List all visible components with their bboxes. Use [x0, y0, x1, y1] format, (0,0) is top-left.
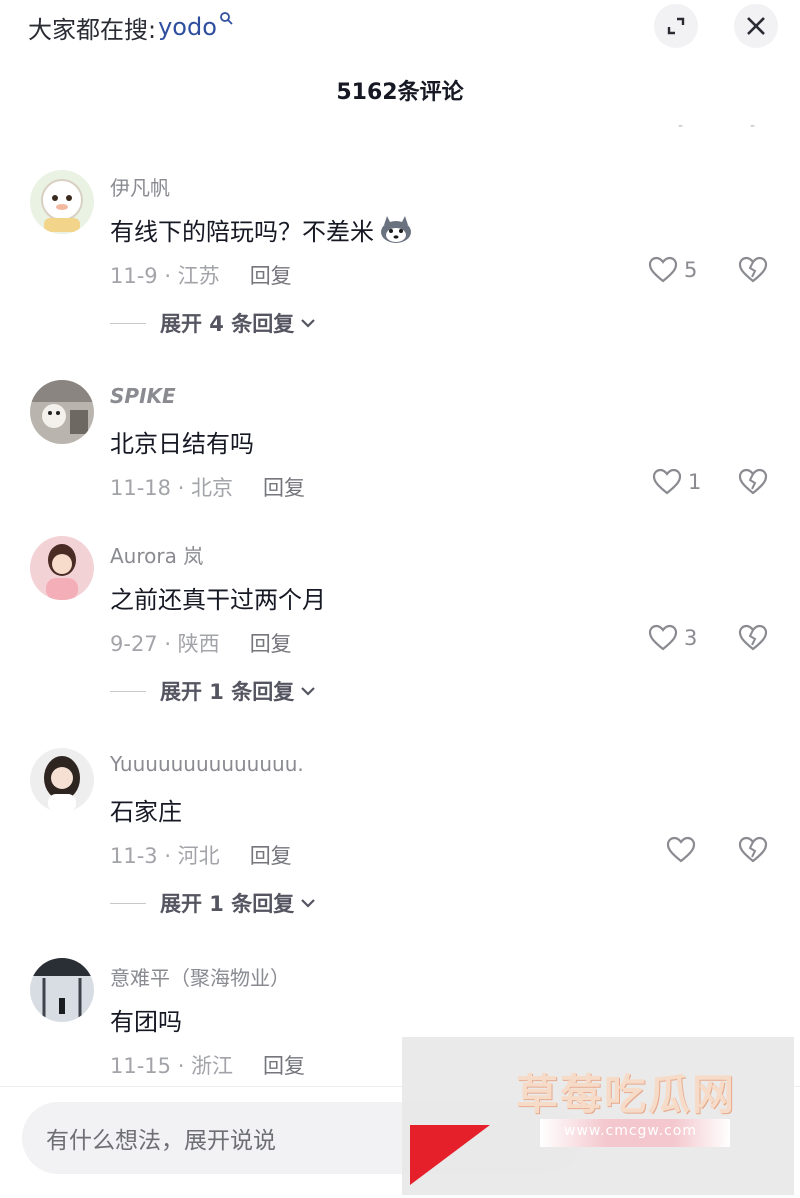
expand-replies-label: 展开 4 条回复: [160, 312, 295, 336]
heart-icon: [648, 624, 678, 651]
expand-replies-button[interactable]: 展开 1 条回复: [110, 676, 316, 706]
broken-heart-icon: [738, 256, 768, 283]
chevron-down-icon: [301, 687, 316, 696]
broken-heart-icon: [738, 836, 768, 863]
expand-button[interactable]: [654, 4, 698, 48]
husky-emoji-icon: [381, 215, 411, 243]
like-button[interactable]: [666, 836, 702, 864]
like-button[interactable]: 3: [648, 624, 697, 652]
comment-text: 北京日结有吗: [110, 430, 254, 458]
like-count: 3: [684, 626, 698, 650]
comment-input-placeholder: 有什么想法，展开说说: [46, 1128, 276, 1154]
like-button[interactable]: 5: [648, 256, 697, 284]
search-keyword[interactable]: yodo: [158, 13, 217, 41]
chevron-down-icon: [301, 319, 316, 328]
watermark-title: 草莓吃瓜网: [516, 1070, 737, 1119]
search-icon: [219, 11, 233, 29]
reply-button[interactable]: 回复: [263, 1054, 305, 1078]
comment-meta: 11-3 · 河北 回复: [110, 840, 292, 870]
dislike-button[interactable]: [738, 468, 768, 500]
dislike-button[interactable]: [738, 624, 768, 656]
avatar[interactable]: [30, 958, 94, 1022]
comment-date-location: 11-18 · 北京: [110, 476, 234, 500]
avatar[interactable]: [30, 748, 94, 812]
comment-text: 有团吗: [110, 1008, 182, 1036]
avatar[interactable]: [30, 536, 94, 600]
heart-icon: [666, 836, 696, 863]
comment-count-title: 5162条评论: [336, 80, 464, 105]
comment-username[interactable]: 伊凡帆: [110, 172, 170, 201]
reply-button[interactable]: 回复: [250, 844, 292, 868]
comment-username[interactable]: Yuuuuuuuuuuuuuu.: [110, 752, 304, 776]
heart-icon: [652, 468, 682, 495]
like-count: 5: [684, 258, 698, 282]
comment-meta: 11-15 · 浙江 回复: [110, 1050, 305, 1080]
comment-date-location: 11-9 · 江苏: [110, 264, 220, 288]
broken-heart-icon: [738, 624, 768, 651]
expand-icon: [667, 17, 685, 35]
reply-button[interactable]: 回复: [250, 264, 292, 288]
comment-text: 石家庄: [110, 798, 182, 826]
comment-date-location: 11-3 · 河北: [110, 844, 220, 868]
comment-username[interactable]: SPIKE: [110, 384, 176, 408]
comment-username[interactable]: 意难平（聚海物业）: [110, 962, 290, 991]
comment-meta: 9-27 · 陕西 回复: [110, 628, 292, 658]
like-button[interactable]: 1: [652, 468, 701, 496]
expand-replies-button[interactable]: 展开 1 条回复: [110, 888, 316, 918]
expand-replies-label: 展开 1 条回复: [160, 680, 295, 704]
search-prefix: 大家都在搜:: [28, 15, 157, 44]
scroll-remnant-mark: -: [750, 118, 756, 134]
expand-replies-button[interactable]: 展开 4 条回复: [110, 308, 316, 338]
comment-text: 之前还真干过两个月: [110, 586, 326, 614]
scroll-remnant-mark: -: [678, 118, 684, 134]
comment-text: 有线下的陪玩吗？不差米: [110, 212, 414, 247]
reply-button[interactable]: 回复: [263, 476, 305, 500]
expand-replies-label: 展开 1 条回复: [160, 892, 295, 916]
trending-search-hint[interactable]: 大家都在搜: yodo: [28, 8, 233, 46]
comment-date-location: 11-15 · 浙江: [110, 1054, 234, 1078]
comment-username[interactable]: Aurora 岚: [110, 540, 203, 569]
avatar[interactable]: [30, 380, 94, 444]
watermark-url: www.cmcgw.com: [564, 1123, 697, 1139]
comment-date-location: 9-27 · 陕西: [110, 632, 220, 656]
dislike-button[interactable]: [738, 256, 768, 288]
avatar[interactable]: [30, 170, 94, 234]
dislike-button[interactable]: [738, 836, 768, 868]
watermark-overlay: 草莓吃瓜网 www.cmcgw.com: [402, 1037, 794, 1195]
like-count: 1: [688, 470, 702, 494]
comment-meta: 11-18 · 北京 回复: [110, 472, 305, 502]
reply-button[interactable]: 回复: [250, 632, 292, 656]
divider-dash: [110, 690, 146, 692]
comment-meta: 11-9 · 江苏 回复: [110, 260, 292, 290]
chevron-down-icon: [301, 899, 316, 908]
close-icon: [747, 17, 765, 35]
heart-icon: [648, 256, 678, 283]
divider-dash: [110, 902, 146, 904]
divider-dash: [110, 322, 146, 324]
broken-heart-icon: [738, 468, 768, 495]
close-button[interactable]: [734, 4, 778, 48]
watermark-red-corner: [410, 1125, 490, 1185]
